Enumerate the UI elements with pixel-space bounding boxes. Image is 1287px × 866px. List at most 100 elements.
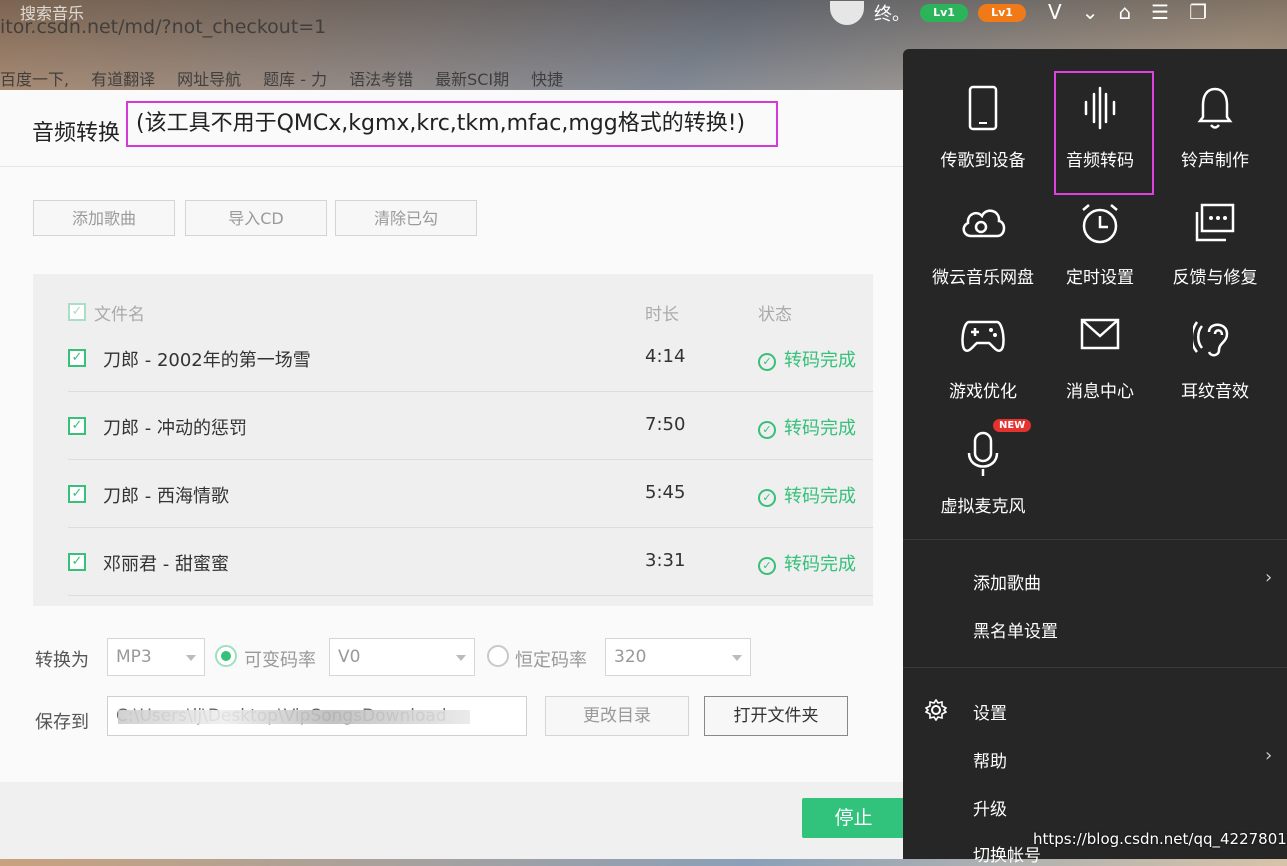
phone-icon [925,85,1041,137]
mail-icon [1042,316,1158,368]
check-circle-icon: ✓ [758,489,776,507]
song-name: 邓丽君 - 甜蜜蜜 [103,554,229,575]
level-badge: Lv1 [978,4,1026,22]
menu-item-upgrade[interactable]: 升级 [973,795,1007,820]
bookmark-item[interactable]: 有道翻译 [91,66,155,92]
menu-tile-timer[interactable]: 定时设置 [1042,186,1158,296]
menu-tile-messages[interactable]: 消息中心 [1042,300,1158,410]
row-divider [68,595,873,596]
bookmark-item[interactable]: 最新SCI期 [435,66,509,92]
table-row[interactable]: ✓ 刀郎 - 西海情歌 5:45 ✓ 转码完成 [33,460,873,528]
cbr-value: 320 [614,647,647,667]
status-cell: ✓ 转码完成 [758,550,856,576]
save-path-input[interactable]: C:\Users\lj\Desktop\VipSongsDownload [107,696,527,736]
chevron-down-icon [186,655,196,661]
new-badge: NEW [993,419,1032,432]
cbr-radio[interactable] [487,645,509,667]
menu-tile-ringtone[interactable]: 铃声制作 [1157,69,1273,179]
bookmark-item[interactable]: 语法考错 [349,66,413,92]
chevron-right-icon: › [1265,745,1273,766]
status-text: 转码完成 [784,486,856,507]
status-text: 转码完成 [784,350,856,371]
file-rows: ✓ 刀郎 - 2002年的第一场雪 4:14 ✓ 转码完成 ✓ 刀郎 - 冲动的惩… [33,274,873,606]
feedback-icon [1157,202,1273,254]
menu-item-blacklist[interactable]: 黑名单设置 [973,617,1058,642]
format-value: MP3 [116,647,152,667]
gear-icon [924,698,948,725]
check-circle-icon: ✓ [758,557,776,575]
menu-tile-transfer[interactable]: 传歌到设备 [925,69,1041,179]
chevron-down-icon[interactable]: ⌄ [1082,0,1099,24]
tile-label: 游戏优化 [949,382,1017,402]
song-duration: 3:31 [645,550,686,571]
change-dir-button[interactable]: 更改目录 [545,696,689,736]
menu-item-settings[interactable]: 设置 [973,699,1007,724]
vbr-value: V0 [338,647,361,667]
menu-tile-cloud[interactable]: 微云音乐网盘 [925,186,1041,296]
status-cell: ✓ 转码完成 [758,482,856,508]
menu-tile-game[interactable]: 游戏优化 [925,300,1041,410]
bell-icon [1157,85,1273,137]
status-text: 转码完成 [784,418,856,439]
avatar[interactable] [830,1,864,25]
song-name: 刀郎 - 2002年的第一场雪 [103,350,311,371]
shirt-icon[interactable]: ⌂ [1118,0,1131,24]
bookmark-item[interactable]: 百度一下, [0,66,69,92]
vbr-radio[interactable] [215,645,237,667]
row-checkbox[interactable]: ✓ [68,485,86,503]
stop-button[interactable]: 停止 [802,798,905,838]
menu-tile-ear[interactable]: 耳纹音效 [1157,300,1273,410]
bookmark-item[interactable]: 快捷 [531,66,563,92]
status-cell: ✓ 转码完成 [758,346,856,372]
menu-item-add-song[interactable]: 添加歌曲 [973,569,1041,594]
tile-label: 虚拟麦克风 [940,497,1026,517]
vbr-select[interactable]: V0 [329,638,475,676]
bookmark-item[interactable]: 题库 - 力 [263,66,327,92]
bookmark-item[interactable]: 网址导航 [177,66,241,92]
gamepad-icon [925,316,1041,368]
status-text: 转码完成 [784,554,856,575]
row-checkbox[interactable]: ✓ [68,349,86,367]
table-row[interactable]: ✓ 刀郎 - 冲动的惩罚 7:50 ✓ 转码完成 [33,392,873,460]
tile-label: 微云音乐网盘 [932,268,1034,288]
add-song-button[interactable]: 添加歌曲 [33,200,175,236]
highlight-box [1054,71,1154,195]
cbr-select[interactable]: 320 [605,638,751,676]
song-duration: 4:14 [645,346,686,367]
row-checkbox[interactable]: ✓ [68,417,86,435]
tile-label: 消息中心 [1066,382,1134,402]
check-circle-icon: ✓ [758,421,776,439]
chevron-down-icon [732,655,742,661]
vip-level-badge: Lv1 [920,4,968,22]
browser-url: itor.csdn.net/md/?not_checkout=1 [0,16,327,38]
song-duration: 5:45 [645,482,686,503]
dialog-note-highlighted: (该工具不用于QMCx,kgmx,krc,tkm,mfac,mgg格式的转换!) [126,101,778,147]
mini-mode-icon[interactable]: ❐ [1189,0,1207,24]
menu-item-help[interactable]: 帮助 [973,747,1007,772]
menu-item-switch-account[interactable]: 切换帐号 [973,841,1041,866]
song-name: 刀郎 - 冲动的惩罚 [103,418,247,439]
user-area: 终。 Lv1 Lv1 [830,0,1026,26]
open-folder-button[interactable]: 打开文件夹 [704,696,848,736]
clear-checked-button[interactable]: 清除已勾 [335,200,477,236]
bookmarks-bar: 百度一下, 有道翻译 网址导航 题库 - 力 语法考错 最新SCI期 快捷 [0,66,563,92]
v-icon[interactable]: V [1048,0,1062,24]
song-duration: 7:50 [645,414,686,435]
tools-menu: 传歌到设备 音频转码 铃声制作 微云音乐网盘 定时设置 反馈与修复 游戏优化 消… [903,49,1287,866]
format-select[interactable]: MP3 [107,638,205,676]
menu-tile-feedback[interactable]: 反馈与修复 [1157,186,1273,296]
check-circle-icon: ✓ [758,353,776,371]
table-row[interactable]: ✓ 邓丽君 - 甜蜜蜜 3:31 ✓ 转码完成 [33,528,873,596]
user-name[interactable]: 终。 [874,0,910,26]
status-cell: ✓ 转码完成 [758,414,856,440]
tile-label: 反馈与修复 [1172,268,1258,288]
tile-label: 耳纹音效 [1181,382,1249,402]
menu-icon[interactable]: ☰ [1151,0,1169,24]
row-checkbox[interactable]: ✓ [68,553,86,571]
table-row[interactable]: ✓ 刀郎 - 2002年的第一场雪 4:14 ✓ 转码完成 [33,324,873,392]
import-cd-button[interactable]: 导入CD [185,200,327,236]
chevron-right-icon: › [1265,567,1273,588]
cloud-icon [925,202,1041,254]
song-name: 刀郎 - 西海情歌 [103,486,229,507]
ear-icon [1157,316,1273,368]
